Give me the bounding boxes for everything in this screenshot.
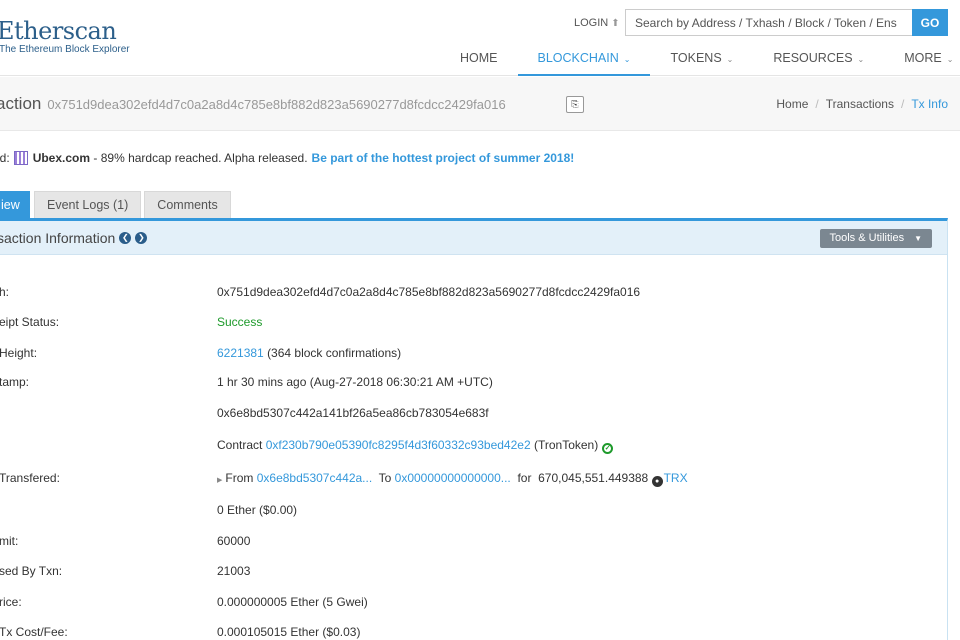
tokens-for-prefix: for (517, 471, 532, 485)
txhash-value: 0x751d9dea302efd4d7c0a2a8d4c785e8bf882d8… (217, 285, 641, 299)
gas-price-label: rice: (0, 595, 22, 609)
nav-tokens-label: TOKENS (670, 51, 722, 65)
row-gas-used: sed By Txn: 21003 (0, 564, 947, 584)
tx-fee-value: 0.000105015 Ether ($0.03) (217, 625, 361, 639)
sponsor-text: - 89% hardcap reached. Alpha released. (93, 151, 308, 165)
tab-comments[interactable]: Comments (144, 191, 231, 218)
row-to: Contract 0xf230b790e05390fc8295f4d3f6033… (0, 438, 947, 458)
go-button[interactable]: GO (912, 9, 948, 36)
tx-tabs: iew Event Logs (1) Comments (0, 191, 234, 218)
tokens-amount: 670,045,551.449388 (538, 471, 649, 485)
nav-home-label: HOME (460, 51, 498, 65)
contract-address-link[interactable]: 0xf230b790e05390fc8295f4d3f60332c93bed42… (266, 438, 531, 452)
block-height-label: Height: (0, 346, 38, 360)
row-status: eipt Status: Success (0, 315, 947, 335)
panel-header: saction Information ❮ ❯ Tools & Utilitie… (0, 221, 947, 255)
contract-prefix: Contract (217, 438, 263, 452)
chevron-down-icon: ⌄ (623, 55, 631, 64)
nav-blockchain[interactable]: BLOCKCHAIN ⌄ (517, 40, 651, 76)
tab-overview[interactable]: iew (0, 191, 30, 218)
sponsor-prefix: ed: (0, 151, 10, 165)
nav-blockchain-label: BLOCKCHAIN (537, 51, 619, 65)
row-txhash: h: 0x751d9dea302efd4d7c0a2a8d4c785e8bf88… (0, 285, 947, 305)
caret-down-icon: ▼ (914, 234, 922, 243)
copy-icon[interactable]: ⎘ (566, 96, 584, 113)
timestamp-value: 1 hr 30 mins ago (Aug-27-2018 06:30:21 A… (217, 375, 493, 389)
token-symbol-link[interactable]: TRX (664, 471, 688, 485)
sponsor-brand: Ubex.com (32, 151, 91, 165)
gas-limit-value: 60000 (217, 534, 251, 548)
tokens-from-prefix: From (225, 471, 254, 485)
breadcrumb-home[interactable]: Home (776, 97, 808, 111)
logo-tagline: The Ethereum Block Explorer (0, 44, 130, 55)
login-label: LOGIN (574, 17, 609, 29)
tokens-from-link[interactable]: 0x6e8bd5307c442a... (257, 471, 372, 485)
row-tokens-transferred: Transfered: ▶ From 0x6e8bd5307c442a... To… (0, 471, 947, 491)
nav-resources-label: RESOURCES (773, 51, 853, 65)
panel-title: saction Information ❮ ❯ (0, 230, 148, 246)
tx-info-panel: saction Information ❮ ❯ Tools & Utilitie… (0, 218, 948, 640)
page-heading: action (0, 94, 42, 113)
breadcrumb-transactions[interactable]: Transactions (826, 97, 894, 111)
block-height-value: 6221381 (364 block confirmations) (217, 346, 401, 360)
row-gas-price: rice: 0.000000005 Ether (5 Gwei) (0, 595, 947, 615)
logo-text: Etherscan (0, 17, 117, 45)
next-tx-icon[interactable]: ❯ (135, 232, 148, 244)
chevron-down-icon: ⌄ (946, 55, 954, 64)
nav-more[interactable]: MORE ⌄ (884, 40, 960, 76)
chevron-down-icon: ⌄ (726, 55, 734, 64)
timestamp-label: tamp: (0, 375, 30, 389)
nav-tokens[interactable]: TOKENS ⌄ (650, 40, 753, 76)
triangle-right-icon: ▶ (217, 477, 223, 484)
panel-title-text: saction Information (0, 230, 116, 246)
ubex-logo-icon (13, 151, 28, 165)
tron-token-icon: ● (651, 476, 663, 487)
verified-check-icon: ✓ (602, 443, 614, 454)
tokens-to-prefix: To (378, 471, 392, 485)
search-input[interactable] (625, 9, 913, 36)
from-address-link[interactable]: 0x6e8bd5307c442a141bf26a5ea86cb783054e68… (217, 406, 489, 420)
breadcrumb: Home / Transactions / Tx Info (776, 97, 948, 111)
main-nav: HOME BLOCKCHAIN ⌄ TOKENS ⌄ RESOURCES ⌄ MORE… (440, 40, 960, 76)
etherscan-logo[interactable]: Etherscan The Ethereum Block Explorer (0, 18, 130, 55)
ether-value: 0 Ether ($0.00) (217, 503, 298, 517)
login-arrow-icon: ⬆ (611, 17, 620, 29)
site-header: Etherscan The Ethereum Block Explorer LO… (0, 0, 960, 76)
row-from: 0x6e8bd5307c442a141bf26a5ea86cb783054e68… (0, 406, 947, 426)
status-value: Success (217, 315, 263, 329)
sponsored-banner: ed: Ubex.com - 89% hardcap reached. Alph… (0, 151, 574, 165)
tokens-transferred-value: ▶ From 0x6e8bd5307c442a... To 0x000000000… (217, 471, 688, 487)
nav-resources[interactable]: RESOURCES ⌄ (753, 40, 884, 76)
gas-used-value: 21003 (217, 564, 251, 578)
tools-utilities-button[interactable]: Tools & Utilities ▼ (819, 229, 932, 248)
nav-more-label: MORE (904, 51, 942, 65)
row-value: 0 Ether ($0.00) (0, 503, 947, 523)
block-confirmations: (364 block confirmations) (267, 346, 402, 360)
block-link[interactable]: 6221381 (217, 346, 264, 360)
breadcrumb-tx-info[interactable]: Tx Info (911, 97, 948, 111)
login-link[interactable]: LOGIN ⬆ (574, 17, 620, 29)
row-gas-limit: mit: 60000 (0, 534, 947, 554)
tab-event-logs[interactable]: Event Logs (1) (34, 191, 142, 218)
gas-limit-label: mit: (0, 534, 19, 548)
sponsor-link[interactable]: Be part of the hottest project of summer… (312, 151, 575, 165)
prev-tx-icon[interactable]: ❮ (119, 232, 132, 244)
gas-price-value: 0.000000005 Ether (5 Gwei) (217, 595, 368, 609)
page-tx-hash: 0x751d9dea302efd4d7c0a2a8d4c785e8bf882d8… (47, 97, 506, 112)
status-label: eipt Status: (0, 315, 60, 329)
tx-fee-label: Tx Cost/Fee: (0, 625, 68, 639)
tools-label: Tools & Utilities (829, 232, 905, 244)
contract-name: (TronToken) (533, 438, 599, 452)
row-tx-fee: Tx Cost/Fee: 0.000105015 Ether ($0.03) (0, 625, 947, 640)
chevron-down-icon: ⌄ (857, 55, 865, 64)
row-block-height: Height: 6221381 (364 block confirmations… (0, 346, 947, 366)
tokens-to-link[interactable]: 0x00000000000000... (395, 471, 511, 485)
page-title: action 0x751d9dea302efd4d7c0a2a8d4c785e8b… (0, 94, 506, 114)
row-timestamp: tamp: 1 hr 30 mins ago (Aug-27-2018 06:3… (0, 375, 947, 395)
to-value: Contract 0xf230b790e05390fc8295f4d3f6033… (217, 438, 614, 454)
txhash-label: h: (0, 285, 10, 299)
tokens-transferred-label: Transfered: (0, 471, 60, 485)
gas-used-label: sed By Txn: (0, 564, 63, 578)
nav-home[interactable]: HOME (440, 40, 518, 76)
